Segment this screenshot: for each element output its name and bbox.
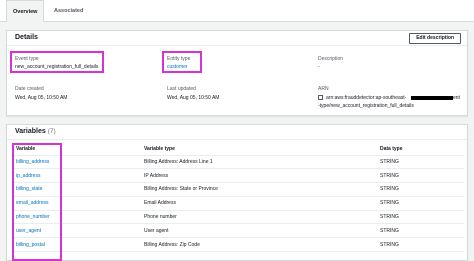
tab-overview[interactable]: Overview — [6, 0, 44, 22]
last-updated-label: Last updated — [167, 86, 196, 92]
details-title: Details — [15, 34, 38, 41]
arn-label: ARN — [318, 86, 329, 92]
date-created-label: Date created — [15, 86, 44, 92]
description-value: - — [318, 64, 320, 70]
variable-type-cell: Email Address — [140, 196, 376, 211]
variables-title-text: Variables — [15, 128, 46, 135]
table-row: billing_state Billing Address: State or … — [12, 182, 464, 197]
column-variable-type[interactable]: Variable type — [140, 144, 376, 156]
table-row: billing_postal Billing Address: Zip Code… — [12, 237, 464, 253]
date-created-value: Wed, Aug 05, 10:50 AM — [15, 95, 68, 101]
data-type-cell: STRING — [376, 237, 464, 253]
variables-title: Variables (7) — [15, 128, 56, 135]
variable-type-cell: Phone number — [140, 210, 376, 225]
data-type-cell: STRING — [376, 155, 464, 170]
arn-value-end: ent — [453, 95, 460, 101]
details-panel: Details Edit description Event type new_… — [6, 30, 468, 116]
variable-type-cell: IP Address — [140, 168, 376, 184]
entity-type-highlight — [162, 51, 202, 73]
table-row: phone_number Phone number STRING — [12, 210, 464, 225]
variables-count: (7) — [47, 128, 56, 135]
tab-associated-resources[interactable]: Associated resources — [48, 0, 108, 36]
table-row: billing_address Billing Address: Address… — [12, 155, 464, 170]
tab-bar: Overview Associated resources — [0, 0, 474, 36]
arn-value-start: arn:aws:frauddetector:ap-southeast- — [326, 95, 407, 101]
table-header-row: Variable Variable type Data type — [12, 144, 464, 156]
variable-type-cell: User agent — [140, 223, 376, 239]
redacted-account-id — [411, 96, 453, 100]
description-label: Description — [318, 56, 344, 62]
table-row: user_agent User agent STRING — [12, 223, 464, 239]
variables-column-highlight — [12, 143, 62, 261]
variable-type-cell: Billing Address: Zip Code — [140, 237, 376, 253]
table-row: ip_address IP Address STRING — [12, 168, 464, 184]
details-header: Details Edit description — [7, 31, 467, 46]
data-type-cell: STRING — [376, 223, 464, 239]
edit-description-button[interactable]: Edit description — [409, 33, 461, 44]
variable-type-cell: Billing Address: Address Line 1 — [140, 155, 376, 170]
data-type-cell: STRING — [376, 196, 464, 211]
last-updated-value: Wed, Aug 05, 10:50 AM — [167, 95, 220, 101]
copy-icon[interactable] — [318, 95, 323, 100]
variable-type-cell: Billing Address: State or Province — [140, 182, 376, 197]
column-data-type[interactable]: Data type — [376, 144, 464, 156]
variables-panel: Variables (7) Variable Variable type Data… — [6, 124, 468, 261]
data-type-cell: STRING — [376, 182, 464, 197]
variables-header: Variables (7) — [7, 125, 467, 140]
table-row: email_address Email Address STRING — [12, 196, 464, 211]
data-type-cell: STRING — [376, 168, 464, 184]
data-type-cell: STRING — [376, 210, 464, 225]
arn-value-continued: -type/new_account_registration_full_deta… — [318, 103, 414, 109]
event-type-highlight — [10, 51, 104, 73]
variables-table: Variable Variable type Data type billing… — [12, 144, 464, 253]
